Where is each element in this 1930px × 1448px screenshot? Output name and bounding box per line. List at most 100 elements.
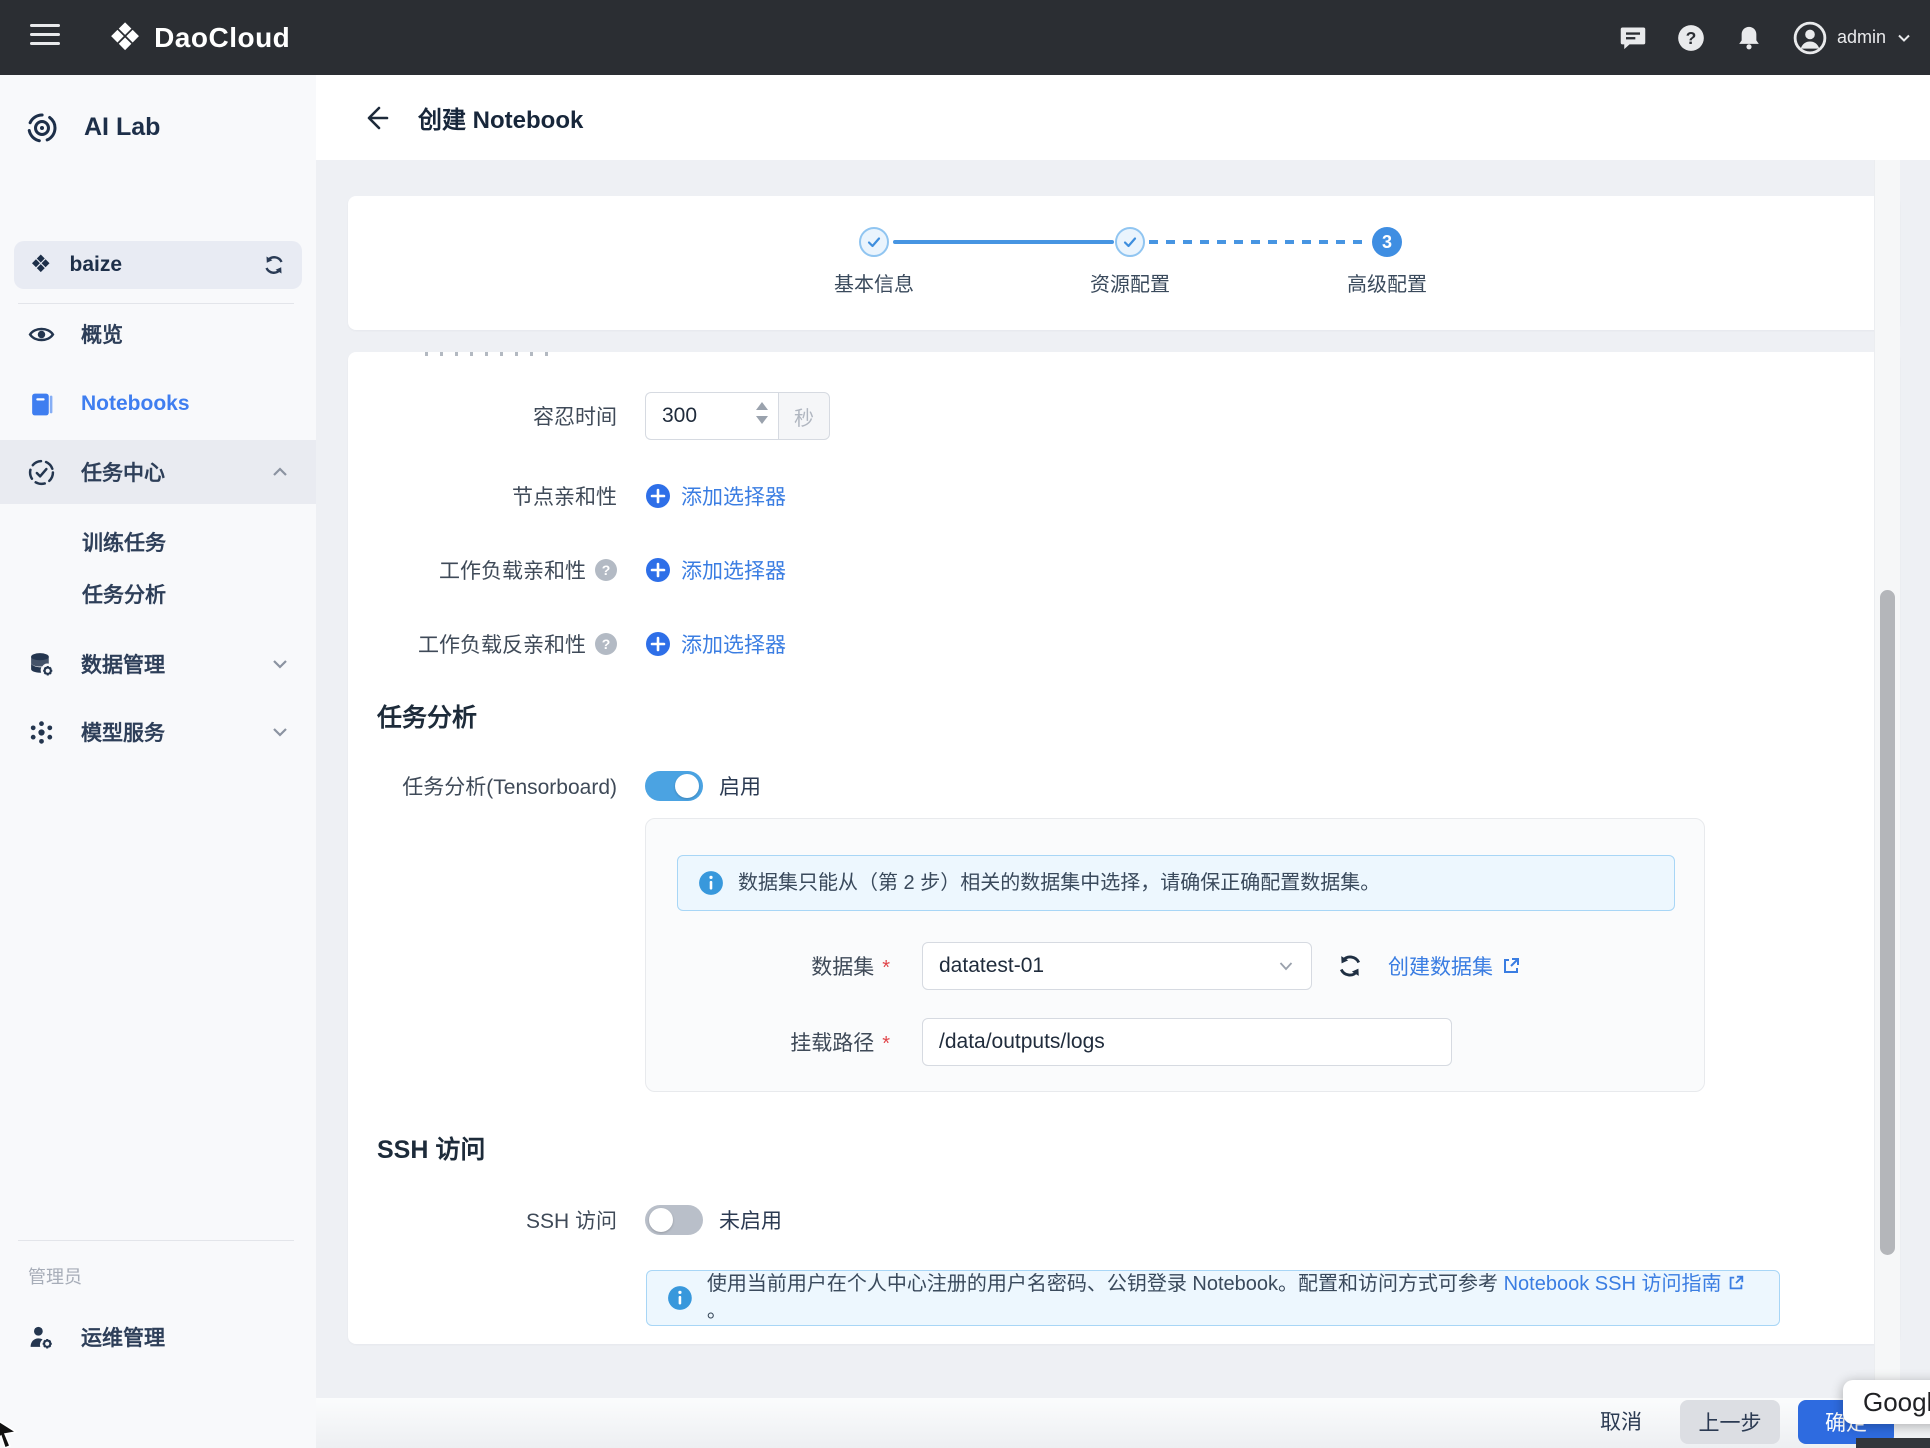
help-icon[interactable]: ? (595, 559, 617, 581)
refresh-datasets-button[interactable] (1336, 952, 1364, 980)
create-dataset-link[interactable]: 创建数据集 (1388, 951, 1521, 981)
footer-actions: 取消 上一步 确定 (316, 1398, 1930, 1448)
username-label: admin (1837, 27, 1886, 48)
dataset-label: 数据集* (646, 951, 890, 981)
database-gear-icon (28, 651, 55, 678)
workload-anti-affinity-add-selector[interactable]: 添加选择器 (645, 629, 786, 659)
tolerance-time-input-group: 秒 (645, 392, 830, 440)
chevron-down-icon (270, 722, 290, 742)
chevron-down-icon (1277, 957, 1295, 975)
ssh-access-heading: SSH 访问 (377, 1130, 485, 1166)
tensorboard-row: 任务分析(Tensorboard) 启用 (348, 764, 1870, 808)
topbar: ❖ DaoCloud ? admin (0, 0, 1930, 75)
sidebar-item-label: 模型服务 (81, 717, 244, 747)
step-connector-dotted (1149, 240, 1370, 244)
step-connector-solid (893, 240, 1114, 244)
messages-icon[interactable] (1619, 24, 1647, 52)
toggle-knob (649, 1208, 673, 1232)
hamburger-menu-icon[interactable] (30, 24, 60, 50)
step-3-badge: 3 (1372, 227, 1402, 257)
switch-workspace-icon[interactable] (262, 253, 286, 277)
sidebar-item-training-tasks[interactable]: 训练任务 (0, 518, 316, 566)
help-icon[interactable]: ? (1677, 24, 1705, 52)
svg-text:?: ? (1686, 27, 1697, 47)
popup-bottom-sliver (1856, 1438, 1930, 1448)
required-mark: * (882, 1033, 890, 1056)
step-1-label[interactable]: 基本信息 (794, 268, 954, 297)
workload-anti-affinity-label: 工作负载反亲和性 ? (348, 629, 617, 659)
number-stepper[interactable] (756, 402, 768, 424)
stepper: 3 基本信息 资源配置 高级配置 (348, 196, 1900, 330)
sidebar-item-label: 任务分析 (82, 579, 166, 609)
person-gear-icon (28, 1324, 55, 1351)
scrollbar-track[interactable] (1874, 160, 1900, 1398)
sidebar-item-task-analysis[interactable]: 任务分析 (0, 570, 316, 618)
previous-step-button[interactable]: 上一步 (1680, 1400, 1780, 1444)
ssh-info-alert: 使用当前用户在个人中心注册的用户名密码、公钥登录 Notebook。配置和访问方… (646, 1270, 1780, 1326)
workspace-selector[interactable]: ❖ baize (14, 241, 302, 289)
notebook-icon (28, 391, 55, 418)
google-translate-popup[interactable]: Googl (1843, 1380, 1930, 1424)
tensorboard-toggle[interactable] (645, 771, 703, 801)
daocloud-logo-icon: ❖ (108, 19, 142, 57)
info-icon (698, 870, 724, 896)
cancel-button[interactable]: 取消 (1600, 1406, 1642, 1436)
tolerance-time-row: 容忍时间 秒 (348, 392, 1870, 440)
mount-path-row: 挂载路径* (646, 1018, 1452, 1066)
mount-path-input[interactable] (922, 1018, 1452, 1066)
topbar-right: ? admin (1619, 0, 1912, 75)
advanced-config-form: 容忍时间 秒 节点亲和性 添加选择器 (348, 352, 1900, 1344)
help-icon[interactable]: ? (595, 633, 617, 655)
step-3-label[interactable]: 高级配置 (1307, 268, 1467, 297)
back-button[interactable] (358, 101, 392, 135)
sidebar-item-model-services[interactable]: 模型服务 (0, 704, 316, 760)
sidebar-item-data-management[interactable]: 数据管理 (0, 636, 316, 692)
notifications-bell-icon[interactable] (1735, 24, 1763, 52)
admin-section-label: 管理员 (28, 1263, 82, 1289)
sidebar-item-overview[interactable]: 概览 (0, 306, 316, 362)
workspace-icon: ❖ (30, 253, 52, 277)
ssh-access-row: SSH 访问 未启用 (348, 1198, 1870, 1242)
tensorboard-label: 任务分析(Tensorboard) (348, 771, 617, 801)
workspace-name: baize (70, 253, 244, 277)
step-1-done-icon (859, 227, 889, 257)
chevron-down-icon (270, 654, 290, 674)
ai-lab-icon (26, 112, 58, 144)
sidebar-item-label: 训练任务 (82, 527, 166, 557)
toggle-knob (675, 774, 699, 798)
mouse-cursor (0, 1416, 24, 1448)
step-down-icon[interactable] (756, 416, 768, 424)
ssh-access-toggle[interactable] (645, 1205, 703, 1235)
plus-circle-icon (645, 483, 671, 509)
sidebar-divider (18, 1240, 294, 1241)
brand[interactable]: ❖ DaoCloud (108, 0, 290, 75)
sidebar-item-label: Notebooks (81, 392, 316, 416)
tolerance-time-label: 容忍时间 (348, 401, 617, 431)
mount-path-label: 挂载路径* (646, 1027, 890, 1057)
scrollbar-thumb[interactable] (1880, 590, 1895, 1255)
workload-anti-affinity-row: 工作负载反亲和性 ? 添加选择器 (348, 628, 1870, 660)
workload-affinity-add-selector[interactable]: 添加选择器 (645, 555, 786, 585)
eye-icon (28, 321, 55, 348)
sidebar-item-label: 运维管理 (81, 1322, 316, 1352)
avatar (1793, 21, 1827, 55)
external-link-icon (1501, 956, 1521, 976)
workload-affinity-label: 工作负载亲和性 ? (348, 555, 617, 585)
info-icon (667, 1285, 693, 1311)
step-2-label[interactable]: 资源配置 (1050, 268, 1210, 297)
ssh-guide-link[interactable]: Notebook SSH 访问指南 (1504, 1273, 1722, 1295)
step-up-icon[interactable] (756, 402, 768, 410)
ssh-access-label: SSH 访问 (348, 1205, 617, 1235)
sidebar-item-notebooks[interactable]: Notebooks (0, 376, 316, 432)
sidebar-item-task-center[interactable]: 任务中心 (0, 440, 316, 504)
chevron-up-icon (270, 462, 290, 482)
tolerance-unit: 秒 (778, 392, 830, 440)
page-header: 创建 Notebook (316, 75, 1930, 160)
product-name: AI Lab (84, 113, 160, 142)
node-affinity-add-selector[interactable]: 添加选择器 (645, 481, 786, 511)
required-mark: * (882, 957, 890, 980)
user-menu[interactable]: admin (1793, 21, 1912, 55)
sidebar-item-ops-management[interactable]: 运维管理 (0, 1309, 316, 1365)
chevron-down-icon (1896, 30, 1912, 46)
dataset-select[interactable]: datatest-01 (922, 942, 1312, 990)
